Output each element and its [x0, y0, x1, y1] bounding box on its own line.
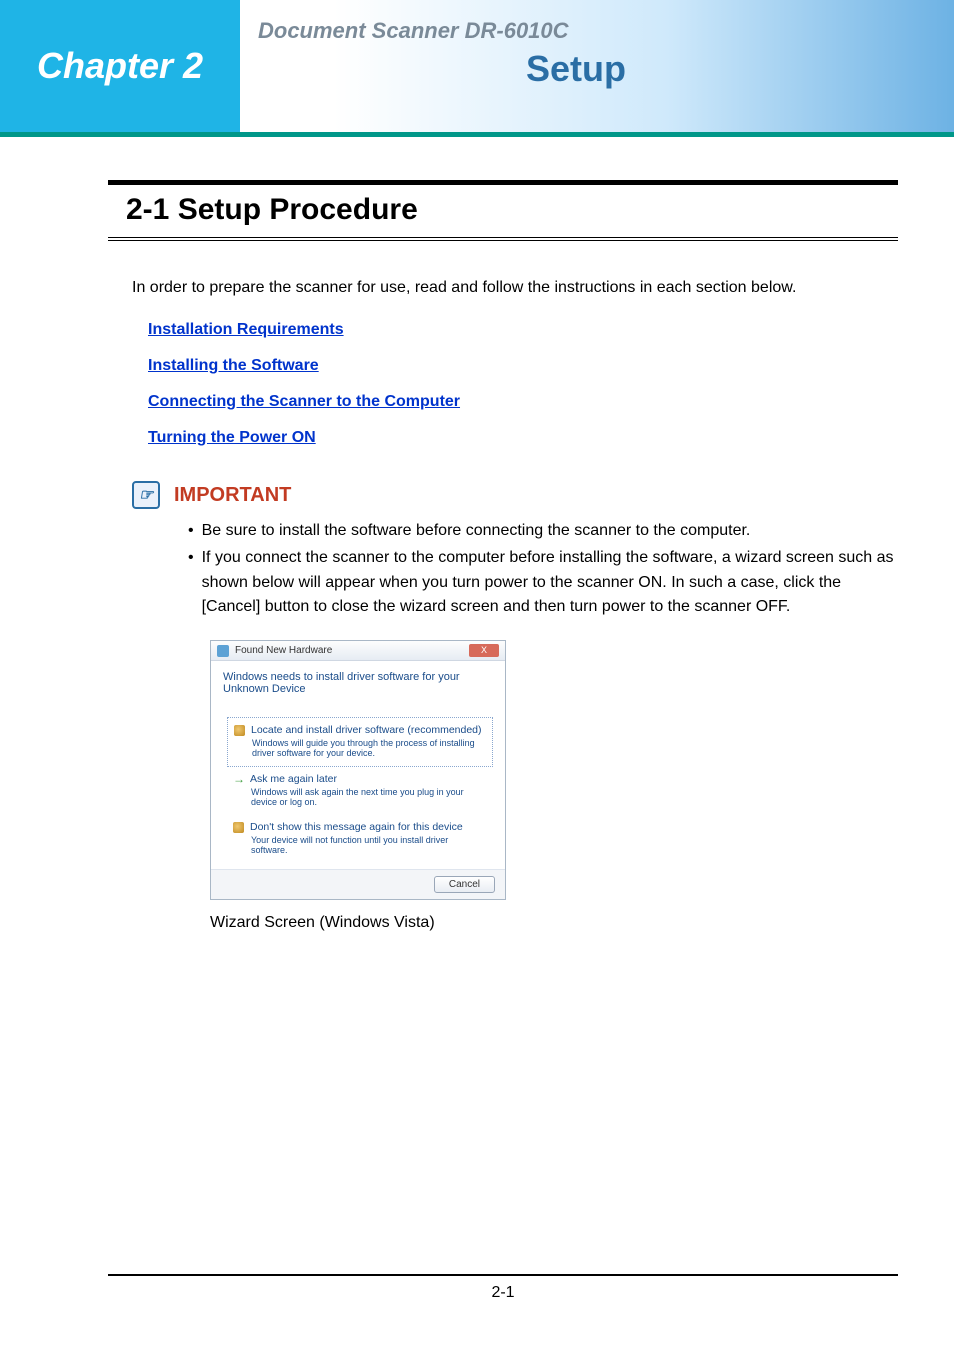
wizard-option-title-text: Locate and install driver software (reco… [251, 724, 482, 736]
link-installation-requirements[interactable]: Installation Requirements [148, 321, 898, 339]
wizard-dialog: Found New Hardware X Windows needs to in… [210, 640, 506, 900]
bullet-dot: • [188, 519, 194, 544]
page-number: 2-1 [491, 1284, 514, 1301]
wizard-app-icon [217, 645, 229, 657]
wizard-close-button[interactable]: X [469, 644, 499, 657]
link-list: Installation Requirements Installing the… [148, 321, 898, 447]
wizard-option-title: Don't show this message again for this d… [233, 821, 487, 833]
intro-text: In order to prepare the scanner for use,… [132, 279, 898, 297]
wizard-option-title-text: Ask me again later [250, 773, 337, 785]
important-bullets: • Be sure to install the software before… [188, 519, 898, 620]
wizard-option-locate[interactable]: Locate and install driver software (reco… [227, 717, 493, 767]
page-footer: 2-1 [108, 1274, 898, 1302]
chapter-title: Setup [258, 48, 894, 90]
shield-icon [234, 725, 245, 736]
bullet-text: If you connect the scanner to the comput… [202, 546, 898, 620]
bullet-item: • If you connect the scanner to the comp… [188, 546, 898, 620]
chapter-badge: Chapter 2 [0, 0, 240, 132]
important-label: IMPORTANT [174, 484, 291, 507]
wizard-option-title-text: Don't show this message again for this d… [250, 821, 463, 833]
important-block: ☞ IMPORTANT • Be sure to install the sof… [132, 481, 898, 932]
shield-icon [233, 822, 244, 833]
chapter-label: Chapter 2 [37, 45, 203, 87]
wizard-option-desc: Your device will not function until you … [251, 835, 487, 855]
wizard-option-ask-later[interactable]: → Ask me again later Windows will ask ag… [227, 767, 493, 815]
page-content: 2-1 Setup Procedure In order to prepare … [108, 180, 898, 932]
wizard-option-title: Locate and install driver software (reco… [234, 724, 486, 736]
important-icon: ☞ [132, 481, 160, 509]
link-installing-software[interactable]: Installing the Software [148, 357, 898, 375]
wizard-title-text: Found New Hardware [235, 645, 332, 656]
section-heading: 2-1 Setup Procedure [126, 193, 898, 227]
wizard-caption: Wizard Screen (Windows Vista) [210, 914, 898, 932]
important-head: ☞ IMPORTANT [132, 481, 898, 509]
wizard-titlebar: Found New Hardware X [211, 641, 505, 661]
bullet-item: • Be sure to install the software before… [188, 519, 898, 544]
link-connecting-scanner[interactable]: Connecting the Scanner to the Computer [148, 393, 898, 411]
bullet-text: Be sure to install the software before c… [202, 519, 751, 544]
wizard-footer: Cancel [211, 869, 505, 899]
wizard-cancel-button[interactable]: Cancel [434, 876, 495, 893]
wizard-option-desc: Windows will ask again the next time you… [251, 787, 487, 807]
wizard-option-title: → Ask me again later [233, 773, 487, 785]
wizard-body: Windows needs to install driver software… [211, 661, 505, 869]
document-title: Document Scanner DR-6010C [258, 18, 569, 44]
header-rule [0, 132, 954, 137]
wizard-option-dont-show[interactable]: Don't show this message again for this d… [227, 815, 493, 863]
section-heading-inner: 2-1 Setup Procedure [108, 191, 898, 241]
wizard-option-desc: Windows will guide you through the proce… [252, 738, 486, 758]
arrow-icon: → [233, 774, 244, 785]
bullet-dot: • [188, 546, 194, 620]
wizard-message: Windows needs to install driver software… [223, 671, 493, 695]
link-turning-power-on[interactable]: Turning the Power ON [148, 429, 898, 447]
section-heading-wrap: 2-1 Setup Procedure [108, 180, 898, 241]
